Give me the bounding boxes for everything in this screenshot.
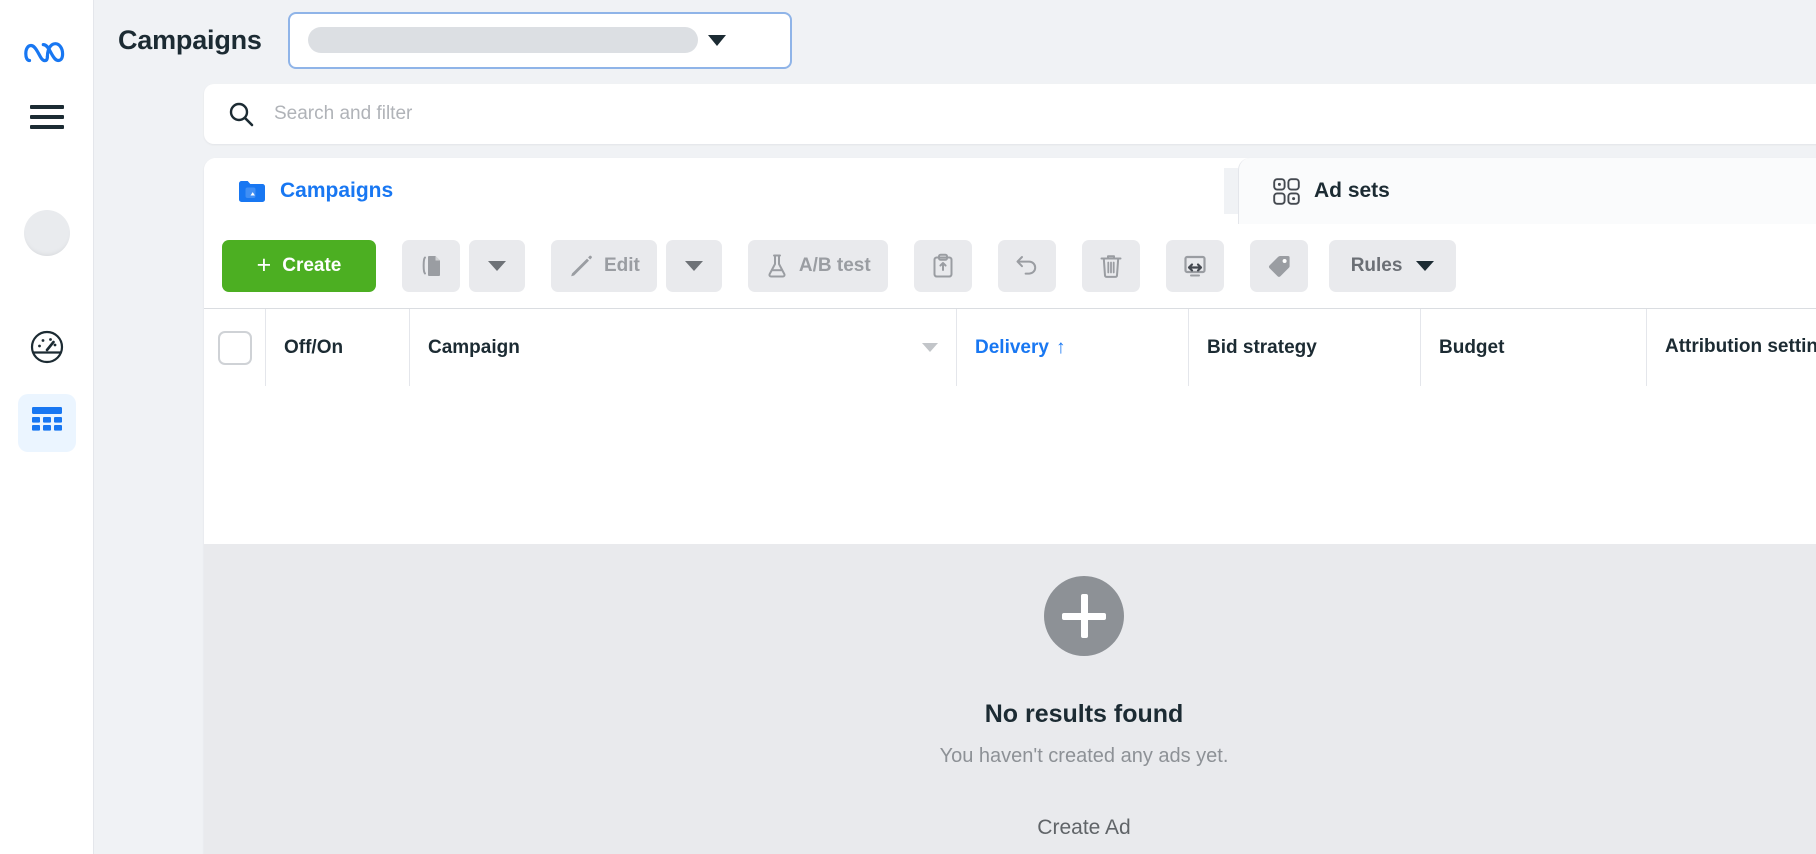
edit-button[interactable]: Edit xyxy=(551,240,657,292)
search-icon xyxy=(228,101,254,127)
tab-campaigns[interactable]: Campaigns xyxy=(204,158,1224,224)
table-header-bid-strategy[interactable]: Bid strategy xyxy=(1189,309,1421,386)
plus-icon: + xyxy=(256,250,272,279)
sidebar-item-table-view[interactable] xyxy=(17,394,76,452)
tag-icon xyxy=(1266,253,1292,279)
table-grid-icon xyxy=(30,404,64,443)
undo-icon xyxy=(1014,254,1040,278)
select-all-checkbox[interactable] xyxy=(217,330,252,365)
trash-icon xyxy=(1099,253,1123,279)
sidebar-item-menu[interactable] xyxy=(18,88,76,146)
export-swap-button[interactable] xyxy=(1165,240,1224,292)
avatar xyxy=(23,210,70,256)
campaigns-card: Campaigns Ad sets + Create Edit A/B test… xyxy=(204,158,1816,854)
rules-button-label: Rules xyxy=(1350,255,1403,276)
chevron-down-icon[interactable] xyxy=(922,343,938,352)
edit-dropdown-button[interactable] xyxy=(665,240,722,292)
page-title: Campaigns xyxy=(118,24,262,55)
chevron-down-icon xyxy=(488,261,506,271)
column-label-campaign: Campaign xyxy=(428,336,520,358)
ad-account-value-redacted xyxy=(307,27,698,53)
image-swap-icon xyxy=(1181,254,1209,278)
meta-logo-icon xyxy=(23,38,70,68)
tag-button[interactable] xyxy=(1249,240,1308,292)
search-and-filter-bar[interactable]: Search and filter xyxy=(204,84,1816,144)
pencil-icon xyxy=(568,253,594,279)
empty-state-title: No results found xyxy=(984,700,1184,728)
duplicate-icon xyxy=(418,253,444,279)
clipboard-icon xyxy=(931,253,955,279)
table-header-select-all[interactable] xyxy=(204,309,266,386)
empty-state: No results found You haven't created any… xyxy=(824,576,1344,840)
ad-account-selector[interactable] xyxy=(287,11,792,69)
tab-ad-sets[interactable]: Ad sets xyxy=(1238,158,1816,224)
create-button-label: Create xyxy=(282,255,342,276)
column-label-bid-strategy: Bid strategy xyxy=(1207,336,1317,358)
paste-button[interactable] xyxy=(913,240,972,292)
sidebar-item-performance[interactable] xyxy=(18,320,76,378)
left-rail xyxy=(0,0,94,854)
plus-circle-icon xyxy=(1044,576,1124,656)
ab-test-button-label: A/B test xyxy=(798,255,871,276)
folder-icon xyxy=(238,179,266,203)
speedometer-icon xyxy=(29,329,65,370)
tab-ad-sets-label: Ad sets xyxy=(1314,179,1390,202)
grid-four-icon xyxy=(1273,177,1300,205)
column-label-budget: Budget xyxy=(1439,336,1505,358)
table-header-budget[interactable]: Budget xyxy=(1421,309,1647,386)
create-ad-link[interactable]: Create Ad xyxy=(1037,816,1130,840)
main-content: Campaigns Search and filter Campaigns Ad… xyxy=(94,0,1816,854)
page-header: Campaigns xyxy=(94,0,1816,80)
ab-test-button[interactable]: A/B test xyxy=(747,240,888,292)
hamburger-menu-icon xyxy=(29,105,64,129)
duplicate-button[interactable] xyxy=(402,240,460,292)
delete-button[interactable] xyxy=(1081,240,1140,292)
level-tabs: Campaigns Ad sets xyxy=(204,158,1816,224)
search-input-placeholder[interactable]: Search and filter xyxy=(274,103,412,125)
campaign-toolbar: + Create Edit A/B test Rules xyxy=(204,224,1816,308)
sort-ascending-icon: ↑ xyxy=(1055,336,1066,358)
tab-campaigns-label: Campaigns xyxy=(280,179,394,202)
sidebar-item-account[interactable] xyxy=(18,204,76,262)
chevron-down-icon xyxy=(1416,261,1435,271)
table-header-attribution-setting[interactable]: Attribution setting xyxy=(1647,309,1816,386)
sidebar-item-meta-home[interactable] xyxy=(18,24,76,82)
table-body-empty: No results found You haven't created any… xyxy=(204,544,1816,854)
table-header-delivery[interactable]: Delivery ↑ xyxy=(957,309,1189,386)
empty-state-subtitle: You haven't created any ads yet. xyxy=(939,745,1229,767)
undo-button[interactable] xyxy=(997,240,1056,292)
plus-bar-vertical xyxy=(1080,594,1088,638)
rules-button[interactable]: Rules xyxy=(1328,240,1457,292)
flask-icon xyxy=(765,253,789,279)
create-button[interactable]: + Create xyxy=(222,240,376,292)
column-label-off-on: Off/On xyxy=(284,336,344,358)
column-label-delivery: Delivery xyxy=(975,336,1049,358)
table-header-off-on[interactable]: Off/On xyxy=(266,309,410,386)
ads-manager-app: Campaigns Search and filter Campaigns Ad… xyxy=(0,0,1816,854)
duplicate-dropdown-button[interactable] xyxy=(469,240,525,292)
column-label-attribution-setting: Attribution setting xyxy=(1665,336,1816,358)
chevron-down-icon xyxy=(707,34,726,46)
tab-divider xyxy=(1224,168,1238,214)
table-header-campaign[interactable]: Campaign xyxy=(410,309,957,386)
chevron-down-icon xyxy=(684,261,703,271)
edit-button-label: Edit xyxy=(604,255,640,276)
table-header-row: Off/On Campaign Delivery ↑ Bid strategy … xyxy=(204,308,1816,386)
